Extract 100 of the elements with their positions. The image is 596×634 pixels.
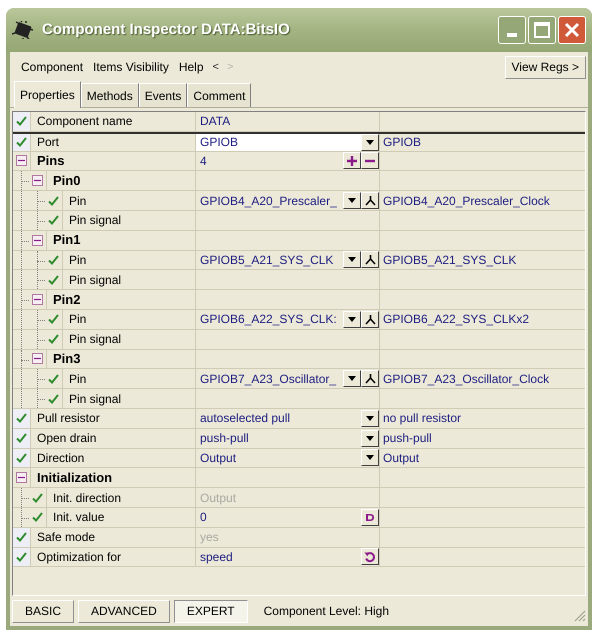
- property-name: Initialization: [36, 469, 112, 487]
- remove-button[interactable]: [361, 152, 379, 170]
- dialog-button[interactable]: [361, 508, 379, 526]
- dropdown-button[interactable]: [343, 251, 361, 268]
- collapse-toggle[interactable]: [32, 234, 43, 246]
- collapse-toggle[interactable]: [32, 353, 43, 364]
- view-regs-button[interactable]: View Regs >: [504, 56, 586, 78]
- dropdown-arrow-icon: [366, 436, 374, 441]
- property-name: Pin signal: [68, 331, 122, 348]
- menu-item[interactable]: Items Visibility: [88, 58, 174, 76]
- maximize-icon: [534, 22, 550, 38]
- current-value: GPIOB6_A22_SYS_CLKx2: [383, 311, 530, 328]
- value-cell[interactable]: GPIOB7_A23_Oscillator_: [196, 369, 380, 388]
- value-cell[interactable]: 4: [196, 152, 380, 170]
- property-name: Pin signal: [68, 272, 122, 289]
- property-value: GPIOB7_A23_Oscillator_: [200, 370, 336, 388]
- current-value: no pull resistor: [383, 410, 462, 428]
- property-name: Port: [36, 134, 60, 152]
- level-button[interactable]: ADVANCED: [78, 600, 170, 622]
- dropdown-arrow-icon: [366, 455, 374, 460]
- maximize-button[interactable]: [528, 16, 556, 44]
- property-name: Init. direction: [52, 490, 122, 507]
- resize-grip-icon[interactable]: [574, 610, 586, 622]
- fork-icon: [364, 195, 376, 206]
- tab[interactable]: Comment: [187, 83, 252, 107]
- minimize-button[interactable]: [498, 16, 526, 44]
- property-value: autoselected pull: [200, 410, 290, 428]
- close-button[interactable]: [558, 16, 586, 44]
- property-name: Init. value: [52, 509, 104, 526]
- dropdown-arrow-icon: [348, 257, 356, 262]
- property-value: GPIOB: [200, 134, 238, 152]
- dropdown-button[interactable]: [343, 192, 361, 210]
- property-value: GPIOB6_A22_SYS_CLK:: [200, 311, 337, 328]
- property-value: 0: [200, 509, 207, 526]
- dropdown-button[interactable]: [343, 370, 361, 388]
- minimize-icon: [507, 33, 517, 37]
- fork-icon: [364, 314, 376, 325]
- property-value: speed: [200, 548, 233, 566]
- plus-icon: [347, 156, 357, 166]
- property-name: Pin1: [52, 231, 80, 250]
- add-button[interactable]: [343, 152, 361, 170]
- property-value: Output: [200, 450, 236, 467]
- collapse-toggle[interactable]: [32, 294, 43, 306]
- property-name: Pin3: [52, 350, 80, 368]
- current-value: GPIOB7_A23_Oscillator_Clock: [383, 370, 550, 388]
- value-cell[interactable]: autoselected pull: [196, 408, 380, 428]
- value-cell[interactable]: GPIOB6_A22_SYS_CLK:: [196, 310, 380, 329]
- property-name: Pin signal: [68, 212, 122, 230]
- dropdown-button[interactable]: [361, 430, 379, 447]
- reset-icon: [364, 550, 376, 563]
- tab[interactable]: Events: [138, 83, 188, 107]
- tab[interactable]: Methods: [80, 83, 139, 107]
- pin-select-button[interactable]: [361, 370, 379, 388]
- property-name: Pin signal: [68, 390, 122, 408]
- value-field[interactable]: GPIOB: [196, 134, 380, 151]
- property-name: Pins: [36, 152, 64, 170]
- dropdown-arrow-icon: [348, 316, 356, 322]
- level-button[interactable]: EXPERT: [174, 600, 248, 622]
- collapse-toggle[interactable]: [16, 155, 27, 166]
- property-value: 4: [200, 152, 207, 170]
- property-value: GPIOB4_A20_Prescaler_: [200, 192, 337, 210]
- dropdown-button[interactable]: [343, 310, 361, 328]
- property-value: DATA: [200, 113, 230, 130]
- dropdown-arrow-icon: [348, 198, 356, 204]
- collapse-toggle[interactable]: [32, 175, 43, 186]
- property-name: Pin: [68, 192, 86, 210]
- dropdown-button[interactable]: [361, 410, 379, 427]
- value-cell[interactable]: Output: [196, 448, 380, 468]
- level-button[interactable]: BASIC: [12, 600, 74, 622]
- menu-item[interactable]: Help: [174, 58, 209, 76]
- property-name: Pin: [68, 252, 86, 269]
- dropdown-button[interactable]: [361, 449, 379, 466]
- current-value: GPIOB: [383, 134, 422, 152]
- pin-select-button[interactable]: [361, 310, 379, 328]
- value-cell[interactable]: speed: [196, 548, 380, 566]
- property-name: Direction: [36, 450, 84, 467]
- pin-select-button[interactable]: [361, 251, 379, 268]
- status-text: Component Level: High: [264, 603, 390, 620]
- value-cell[interactable]: 0: [196, 508, 380, 527]
- close-icon: [564, 22, 580, 38]
- collapse-toggle[interactable]: [16, 472, 27, 484]
- value-cell[interactable]: GPIOB4_A20_Prescaler_: [196, 191, 380, 210]
- property-value: GPIOB5_A21_SYS_CLK: [200, 252, 334, 269]
- menu-item[interactable]: Component: [16, 58, 88, 76]
- reset-button[interactable]: [361, 548, 379, 566]
- property-value: Output: [200, 490, 236, 507]
- fork-icon: [364, 373, 376, 384]
- pin-select-button[interactable]: [361, 192, 379, 210]
- dropdown-button[interactable]: [361, 134, 379, 151]
- property-name: Optimization for: [36, 548, 122, 566]
- value-cell[interactable]: GPIOB5_A21_SYS_CLK: [196, 250, 380, 270]
- nav-arrow[interactable]: <: [208, 58, 223, 76]
- property-name: Pin: [68, 311, 86, 328]
- tab[interactable]: Properties: [14, 81, 81, 108]
- property-value: yes: [200, 529, 219, 546]
- property-name: Safe mode: [36, 529, 96, 546]
- property-name: Pin2: [52, 290, 80, 309]
- window-title: Component Inspector DATA:BitsIO: [42, 20, 290, 40]
- value-cell[interactable]: push-pull: [196, 428, 380, 448]
- property-name: Component name: [36, 113, 132, 130]
